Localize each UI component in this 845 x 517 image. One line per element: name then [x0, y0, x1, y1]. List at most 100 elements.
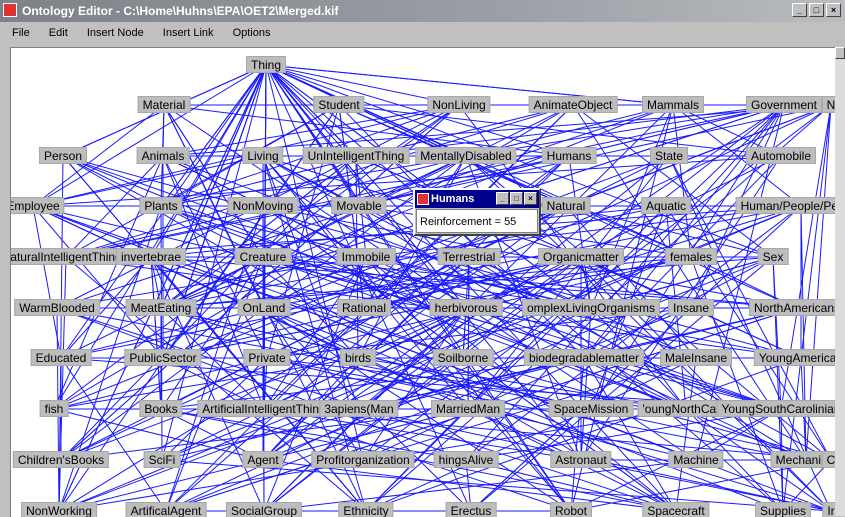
- ontology-node[interactable]: SocialGroup: [225, 502, 303, 517]
- window-controls: _ □ ×: [792, 3, 841, 17]
- reinforcement-text: Reinforcement = 55: [416, 209, 538, 233]
- close-button[interactable]: ×: [826, 3, 841, 17]
- ontology-node[interactable]: MentallyDisabled: [415, 147, 517, 164]
- ontology-node[interactable]: Employee: [11, 197, 65, 214]
- ontology-node[interactable]: MeatEating: [125, 299, 197, 316]
- ontology-node[interactable]: Ir: [822, 502, 836, 517]
- ontology-node[interactable]: MarriedMan: [430, 400, 506, 417]
- popup-titlebar: Humans _ □ ×: [415, 190, 539, 208]
- ontology-graph-canvas[interactable]: Thing Material Student NonLiving AnimateObje…: [10, 47, 836, 517]
- ontology-node[interactable]: Profitorganization: [311, 451, 415, 468]
- ontology-node[interactable]: UnIntelligentThing: [302, 147, 410, 164]
- ontology-node[interactable]: Animals: [136, 147, 190, 164]
- popup-close-button[interactable]: ×: [524, 192, 537, 205]
- ontology-node[interactable]: YoungAmerican: [753, 349, 836, 366]
- ontology-node[interactable]: Soilborne: [432, 349, 494, 366]
- ontology-node[interactable]: biodegradablematter: [523, 349, 645, 366]
- ontology-node[interactable]: NonWorking: [21, 502, 97, 517]
- ontology-node[interactable]: NonLiving: [427, 96, 491, 113]
- ontology-node[interactable]: Spacecraft: [642, 502, 710, 517]
- popup-window-controls: _ □ ×: [496, 192, 537, 205]
- ontology-node[interactable]: State: [649, 147, 689, 164]
- scroll-up-button[interactable]: [835, 47, 845, 59]
- ontology-node[interactable]: Educated: [30, 349, 92, 366]
- ontology-node[interactable]: Terrestrial: [437, 248, 501, 265]
- ontology-node[interactable]: SpaceMission: [548, 400, 634, 417]
- ontology-node[interactable]: Natural: [541, 197, 591, 214]
- menubar: File Edit Insert Node Insert Link Option…: [0, 22, 845, 44]
- ontology-node[interactable]: NonMoving: [227, 197, 299, 214]
- ontology-node[interactable]: Government: [745, 96, 823, 113]
- ontology-node[interactable]: fish: [39, 400, 69, 417]
- ontology-node[interactable]: Children'sBooks: [12, 451, 110, 468]
- ontology-node[interactable]: Mammals: [641, 96, 705, 113]
- maximize-button[interactable]: □: [809, 3, 824, 17]
- ontology-node[interactable]: WarmBlooded: [14, 299, 100, 316]
- ontology-node[interactable]: Sex: [757, 248, 789, 265]
- ontology-node[interactable]: Erectus: [445, 502, 497, 517]
- ontology-node[interactable]: Robot: [549, 502, 593, 517]
- ontology-node[interactable]: aturalIntelligentThing: [11, 248, 127, 265]
- ontology-node[interactable]: Human/People/Person: [735, 197, 836, 214]
- menu-file[interactable]: File: [12, 27, 30, 39]
- ontology-node[interactable]: Books: [139, 400, 183, 417]
- ontology-node[interactable]: Ethnicity: [338, 502, 394, 517]
- ontology-node[interactable]: Humans: [541, 147, 597, 164]
- ontology-node[interactable]: OnLand: [237, 299, 291, 316]
- ontology-node[interactable]: Student: [313, 96, 365, 113]
- graph-edge: [162, 104, 340, 359]
- ontology-node[interactable]: Creature: [234, 248, 292, 265]
- ontology-node[interactable]: PublicSector: [124, 349, 202, 366]
- ontology-node[interactable]: Insane: [667, 299, 715, 316]
- ontology-node[interactable]: Immobile: [336, 248, 396, 265]
- menu-insert-link[interactable]: Insert Link: [163, 27, 214, 39]
- vertical-scrollbar[interactable]: [835, 47, 845, 516]
- ontology-node[interactable]: Astronaut: [550, 451, 612, 468]
- ontology-node[interactable]: N: [821, 96, 836, 113]
- ontology-node[interactable]: Rational: [336, 299, 392, 316]
- ontology-node[interactable]: Material: [137, 96, 191, 113]
- ontology-node[interactable]: Plants: [139, 197, 183, 214]
- app-icon: [3, 3, 17, 17]
- ontology-node[interactable]: birds: [339, 349, 377, 366]
- ontology-node[interactable]: Machine: [668, 451, 724, 468]
- menu-edit[interactable]: Edit: [49, 27, 68, 39]
- ontology-node[interactable]: Agent: [242, 451, 284, 468]
- ontology-node[interactable]: MaleInsane: [659, 349, 733, 366]
- ontology-node[interactable]: Person: [38, 147, 88, 164]
- ontology-node[interactable]: females: [664, 248, 718, 265]
- window-title: Ontology Editor - C:\Home\Huhns\EPA\OET2…: [22, 4, 339, 18]
- graph-edge: [800, 205, 807, 461]
- ontology-node[interactable]: Movable: [331, 197, 387, 214]
- popup-minimize-button[interactable]: _: [496, 192, 509, 205]
- ontology-node[interactable]: herbivorous: [429, 299, 503, 316]
- ontology-node[interactable]: hingsAlive: [433, 451, 499, 468]
- ontology-node[interactable]: NorthAmericans: [748, 299, 836, 316]
- menu-insert-node[interactable]: Insert Node: [87, 27, 144, 39]
- ontology-node[interactable]: Thing: [245, 56, 287, 73]
- ontology-node[interactable]: Private: [243, 349, 291, 366]
- ontology-node[interactable]: AnimateObject: [528, 96, 618, 113]
- window-titlebar: Ontology Editor - C:\Home\Huhns\EPA\OET2…: [0, 0, 845, 22]
- graph-edges: [32, 64, 832, 512]
- ontology-node[interactable]: SciFi: [143, 451, 181, 468]
- graph-edge: [263, 408, 572, 512]
- ontology-node[interactable]: invertebrae: [115, 248, 187, 265]
- ontology-node[interactable]: YoungSouthCarolinian: [716, 400, 836, 417]
- ontology-node[interactable]: omplexLivingOrganisms: [521, 299, 661, 316]
- ontology-node[interactable]: Organicmatter: [537, 248, 625, 265]
- graph-edge: [32, 64, 267, 207]
- ontology-node[interactable]: C: [821, 451, 836, 468]
- ontology-node[interactable]: Living: [242, 147, 284, 164]
- graph-edge: [160, 64, 267, 207]
- ontology-node[interactable]: ArtificalAgent: [125, 502, 207, 517]
- popup-maximize-button[interactable]: □: [510, 192, 523, 205]
- ontology-node[interactable]: 3apiens(Man: [319, 400, 399, 417]
- ontology-node[interactable]: Aquatic: [640, 197, 692, 214]
- ontology-node[interactable]: ArtificialIntelligentThing: [197, 400, 331, 417]
- node-info-popup[interactable]: Humans _ □ × Reinforcement = 55: [413, 188, 541, 236]
- minimize-button[interactable]: _: [792, 3, 807, 17]
- ontology-node[interactable]: Automobile: [745, 147, 817, 164]
- ontology-node[interactable]: Supplies: [754, 502, 812, 517]
- menu-options[interactable]: Options: [233, 27, 271, 39]
